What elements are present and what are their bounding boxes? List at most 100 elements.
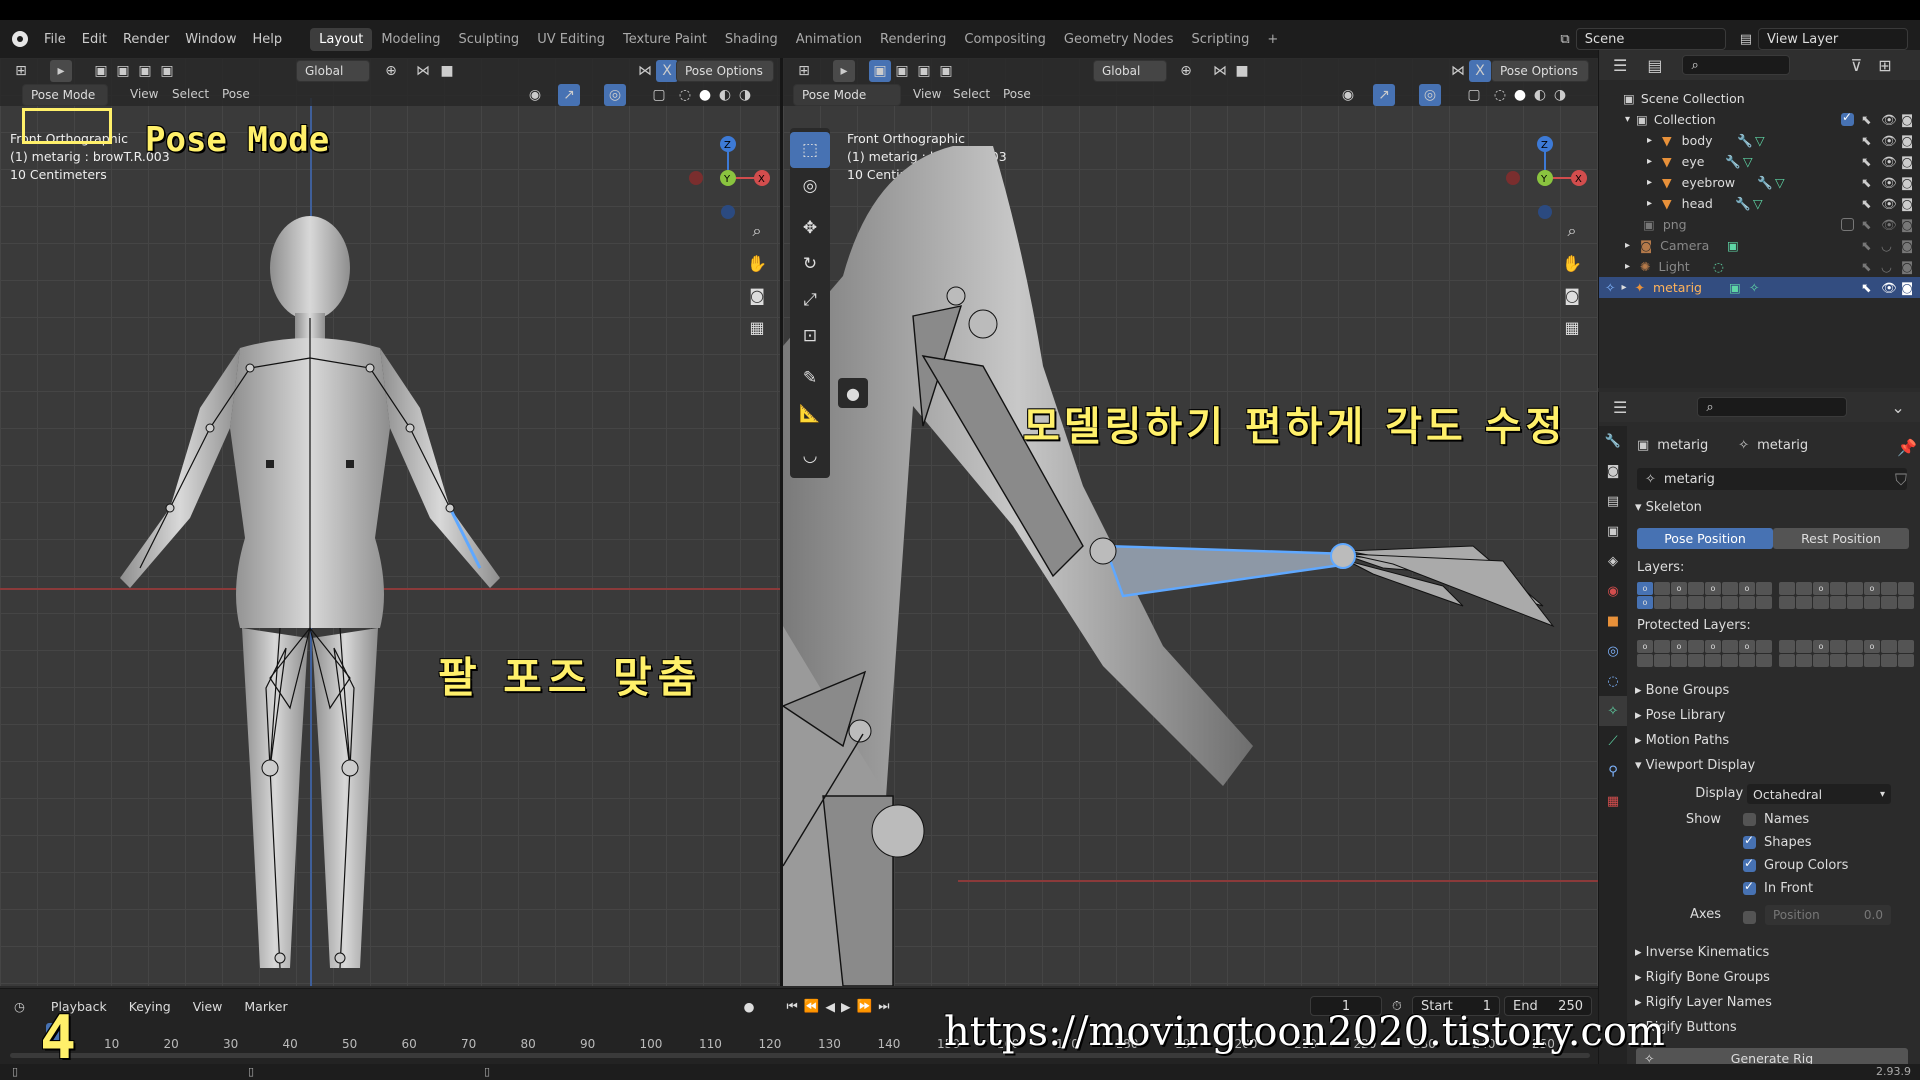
rotate-tool-icon[interactable]: ↻ [790, 246, 830, 282]
include-checkbox[interactable] [1841, 218, 1854, 231]
pose-options-dropdown[interactable]: Pose Options [1491, 60, 1589, 82]
selectable-icon[interactable]: ⬉ [1861, 238, 1871, 253]
render-camera-icon[interactable]: ◙ [1901, 154, 1913, 169]
zoom-icon[interactable]: ⌕ [1559, 218, 1585, 244]
pan-hand-icon[interactable]: ✋ [1559, 250, 1585, 276]
wireframe-shading-icon[interactable]: ◌ [1489, 84, 1511, 106]
xray-icon[interactable]: ▢ [1463, 84, 1485, 106]
tab-texture-paint[interactable]: Texture Paint [614, 28, 716, 51]
x-mirror-icon[interactable]: ⋈ [634, 60, 656, 82]
pose-library-section[interactable]: ▸ Pose Library [1635, 708, 1725, 723]
armature-data-selector[interactable]: ✧ metarig [1637, 468, 1907, 490]
zoom-icon[interactable]: ⌕ [744, 218, 770, 244]
add-workspace-button[interactable]: + [1258, 28, 1287, 51]
fake-user-shield-icon[interactable]: ⛉ [1895, 470, 1907, 490]
render-camera-icon[interactable]: ◙ [1901, 175, 1913, 190]
proportional-icon[interactable]: ■ [436, 60, 458, 82]
armature-data-tab-icon[interactable]: ✧ [1599, 696, 1627, 726]
expand-arrow-icon[interactable]: ▸ [1647, 156, 1652, 167]
names-checkbox[interactable]: Names [1743, 812, 1809, 827]
prev-keyframe-icon[interactable]: ⏪ [804, 998, 820, 1014]
wireframe-shading-icon[interactable]: ◌ [674, 84, 696, 106]
mode-selector[interactable]: Pose Mode [793, 84, 901, 106]
selectable-icon[interactable]: ⬉ [1861, 154, 1871, 169]
menu-pose[interactable]: Pose [222, 87, 250, 101]
scale-tool-icon[interactable]: ⤢ [790, 282, 830, 318]
transform-tool-icon[interactable]: ⊡ [790, 318, 830, 354]
character-arm-closeup[interactable] [783, 106, 1598, 986]
bone-groups-section[interactable]: ▸ Bone Groups [1635, 683, 1729, 698]
filter-icon[interactable]: ⊽ [1850, 56, 1862, 75]
eye-closed-icon[interactable]: ◡ [1881, 238, 1892, 253]
outliner-editor-icon[interactable]: ☰ [1613, 56, 1627, 75]
outliner-item-metarig[interactable]: ✧ ▸ ✦ metarig ▣ ✧ ⬉ 👁 ◙ [1599, 277, 1920, 298]
play-reverse-icon[interactable]: ◀ [825, 999, 835, 1014]
editor-type-icon[interactable]: ⊞ [793, 60, 815, 82]
annotate-tool-icon[interactable]: ✎ [790, 360, 830, 396]
view-layer-selector[interactable]: View Layer [1758, 28, 1908, 50]
selectable-icon[interactable]: ⬉ [1861, 217, 1871, 232]
render-camera-icon[interactable]: ◙ [1901, 196, 1913, 211]
selectable-icon[interactable]: ⬉ [1861, 175, 1871, 190]
pose-position-button[interactable]: Pose Position [1637, 528, 1773, 549]
solid-shading-icon[interactable]: ● [694, 84, 716, 106]
rigify-layer-names-section[interactable]: ▸ Rigify Layer Names [1635, 995, 1772, 1010]
outliner-item-light[interactable]: ▸ ✺ Light ◌ ⬉ ◡ ◙ [1599, 256, 1920, 277]
eye-icon[interactable]: 👁 [1881, 112, 1897, 128]
eye-closed-icon[interactable]: ◡ [1881, 259, 1892, 274]
record-icon[interactable]: ● [744, 999, 755, 1014]
properties-editor-icon[interactable]: ☰ [1613, 398, 1627, 417]
bone-tab-icon[interactable]: ⟋ [1599, 726, 1627, 756]
outliner-item-body[interactable]: ▸ ▼ body 🔧 ▽ ⬉ 👁 ◙ [1599, 130, 1920, 151]
modifier-tab-icon[interactable]: ◎ [1599, 636, 1627, 666]
extend-select-icon[interactable]: ▣ [112, 60, 134, 82]
object-tab-icon[interactable]: ■ [1599, 606, 1627, 636]
expand-arrow-icon[interactable]: ▸ [1647, 177, 1652, 188]
group-colors-checkbox[interactable]: Group Colors [1743, 856, 1848, 873]
breakdowner-tool-icon[interactable]: ◡ [790, 438, 830, 474]
motion-paths-section[interactable]: ▸ Motion Paths [1635, 733, 1729, 748]
tab-rendering[interactable]: Rendering [871, 28, 955, 51]
physics-tab-icon[interactable]: ◌ [1599, 666, 1627, 696]
left-viewport[interactable]: ⊞ ▸ ▣ ▣ ▣ ▣ Global ⊕ ⋈ ■ ⋈ X Pose Option… [0, 58, 780, 986]
perspective-grid-icon[interactable]: ▦ [744, 314, 770, 340]
transform-orientation-dropdown[interactable]: Global [1093, 60, 1167, 82]
material-shading-icon[interactable]: ◐ [714, 84, 736, 106]
next-keyframe-icon[interactable]: ⏩ [857, 998, 873, 1014]
output-tab-icon[interactable]: ▤ [1599, 486, 1627, 516]
x-toggle-icon[interactable]: X [656, 60, 678, 82]
expand-arrow-icon[interactable]: ▾ [1625, 114, 1630, 125]
material-shading-icon[interactable]: ◐ [1529, 84, 1551, 106]
gizmo-toggle-icon[interactable]: ↗ [558, 84, 580, 106]
tab-sculpting[interactable]: Sculpting [449, 28, 528, 51]
right-viewport[interactable]: ⊞ ▸ ▣ ▣ ▣ ▣ Global ⊕ ⋈ ■ ⋈ X Pose Option… [783, 58, 1598, 986]
bone-constraint-tab-icon[interactable]: ⚲ [1599, 756, 1627, 786]
render-camera-icon[interactable]: ◙ [1901, 133, 1913, 148]
xray-icon[interactable]: ▢ [648, 84, 670, 106]
blender-logo-icon[interactable] [12, 31, 28, 47]
camera-view-icon[interactable]: ◙ [744, 282, 770, 308]
rendered-shading-icon[interactable]: ◑ [1549, 84, 1571, 106]
select-mode-icon[interactable]: ▣ [90, 60, 112, 82]
extend-select-icon[interactable]: ▣ [891, 60, 913, 82]
expand-arrow-icon[interactable]: ▸ [1625, 261, 1630, 272]
jump-end-icon[interactable]: ⏭ [878, 998, 889, 1014]
selectable-icon[interactable]: ⬉ [1861, 133, 1871, 148]
render-camera-icon[interactable]: ◙ [1901, 112, 1913, 127]
selectable-icon[interactable]: ⬉ [1861, 280, 1871, 295]
tool-tab-icon[interactable]: 🔧 [1599, 426, 1627, 456]
names-check-box[interactable] [1743, 813, 1756, 826]
options-chevron-icon[interactable]: ⌄ [1891, 398, 1904, 417]
view-layer-tab-icon[interactable]: ▣ [1599, 516, 1627, 546]
eye-icon[interactable]: 👁 [1881, 154, 1897, 170]
tab-scripting[interactable]: Scripting [1183, 28, 1259, 51]
expand-arrow-icon[interactable]: ▸ [1647, 135, 1652, 146]
rest-position-button[interactable]: Rest Position [1773, 528, 1909, 549]
protected-layers-grid-left[interactable]: oooo [1637, 640, 1772, 667]
scene-collection-row[interactable]: ▣ Scene Collection [1599, 88, 1920, 109]
render-camera-icon[interactable]: ◙ [1901, 280, 1913, 295]
select-box-icon[interactable]: ▸ [833, 60, 855, 82]
solid-shading-icon[interactable]: ● [1509, 84, 1531, 106]
tab-compositing[interactable]: Compositing [955, 28, 1055, 51]
transform-orientation-dropdown[interactable]: Global [296, 60, 370, 82]
